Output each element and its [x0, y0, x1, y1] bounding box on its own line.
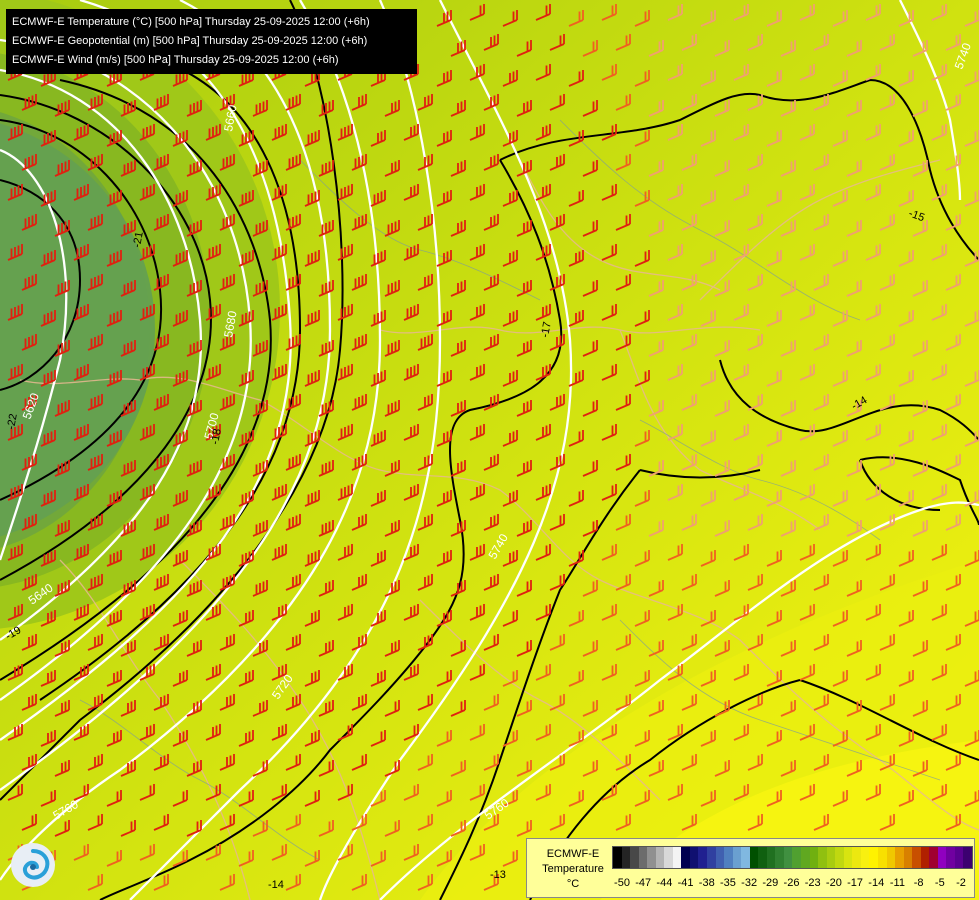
legend-swatch: [630, 847, 639, 868]
legend-swatch: [647, 847, 656, 868]
legend-swatch: [801, 847, 810, 868]
legend-tick-label: -5: [934, 877, 945, 889]
legend-tick-label: -2: [956, 877, 966, 889]
legend-swatch: [613, 847, 622, 868]
legend-swatch: [852, 847, 861, 868]
legend-swatch: [826, 847, 836, 868]
legend-swatch: [672, 847, 682, 868]
legend-swatch: [707, 847, 716, 868]
legend-swatch: [792, 847, 802, 868]
legend-swatch: [655, 847, 665, 868]
legend-swatch: [869, 847, 878, 868]
header-wind-line: ECMWF-E Wind (m/s) [500 hPa] Thursday 25…: [12, 54, 339, 66]
map-header: ECMWF-E Temperature (°C) [500 hPa] Thurs…: [6, 9, 417, 74]
legend-swatch: [818, 847, 827, 868]
legend-swatch: [963, 847, 972, 868]
legend-tick-label: -44: [656, 877, 673, 889]
legend-unit: °C: [566, 878, 580, 890]
legend-swatch: [758, 847, 767, 868]
legend-swatch: [783, 847, 793, 868]
legend-swatch: [895, 847, 904, 868]
legend-tick-label: -11: [889, 877, 905, 889]
legend-swatch: [775, 847, 784, 868]
legend-swatch: [920, 847, 930, 868]
legend-tick-label: -14: [868, 877, 885, 889]
legend-tick-label: -50: [614, 877, 630, 889]
legend-swatch: [912, 847, 921, 868]
legend-tick-label: -8: [913, 877, 924, 889]
weather-map: 5620564056605680570057205740576057605740…: [0, 0, 979, 900]
legend-swatch: [621, 847, 631, 868]
legend-tick-label: -17: [847, 877, 864, 889]
legend-swatch: [749, 847, 759, 868]
legend-tick-label: -29: [762, 877, 779, 889]
legend-swatch: [903, 847, 913, 868]
legend-swatch: [929, 847, 938, 868]
legend-tick-label: -23: [804, 877, 821, 889]
legend-tick-label: -35: [719, 877, 736, 889]
legend-swatch: [877, 847, 887, 868]
legend-subtitle: Temperature: [542, 863, 604, 875]
legend-tick-label: -47: [635, 877, 652, 889]
isotherm-label: -14: [268, 879, 284, 891]
legend-swatch: [741, 847, 750, 868]
legend-title: ECMWF-E: [546, 848, 600, 860]
legend-swatch: [698, 847, 708, 868]
legend-swatch: [954, 847, 964, 868]
legend-swatch: [681, 847, 690, 868]
legend-swatch: [724, 847, 733, 868]
legend-swatch: [886, 847, 896, 868]
legend-tick-label: -41: [677, 877, 694, 889]
legend-swatch: [715, 847, 725, 868]
legend-ticks: -50 -47 -44 -41 -38 -35 -32 -29 -26 -23 -20 -17 -14-…: [612, 877, 971, 891]
legend-swatch: [860, 847, 870, 868]
legend-tick-label: -20: [825, 877, 842, 889]
legend-swatch: [937, 847, 947, 868]
legend-swatch: [732, 847, 742, 868]
legend-swatch: [766, 847, 776, 868]
isotherm-label: -13: [490, 869, 506, 881]
legend-swatch: [835, 847, 844, 868]
legend-swatch: [809, 847, 819, 868]
legend-swatch: [689, 847, 699, 868]
legend-swatch: [638, 847, 648, 868]
legend-swatch: [946, 847, 955, 868]
header-temperature-line: ECMWF-E Temperature (°C) [500 hPa] Thurs…: [12, 16, 370, 28]
legend-tick-label: -32: [741, 877, 758, 889]
temperature-legend: ECMWF-E Temperature °C -50 -47 -44 -41 -38 -3…: [526, 838, 975, 898]
legend-colorbar: [612, 846, 973, 869]
legend-tick-label: -38: [698, 877, 715, 889]
legend-swatch: [843, 847, 853, 868]
legend-swatch: [664, 847, 673, 868]
logo-icon: [11, 843, 55, 887]
legend-tick-label: -26: [783, 877, 800, 889]
header-geopotential-line: ECMWF-E Geopotential (m) [500 hPa] Thurs…: [12, 35, 368, 47]
